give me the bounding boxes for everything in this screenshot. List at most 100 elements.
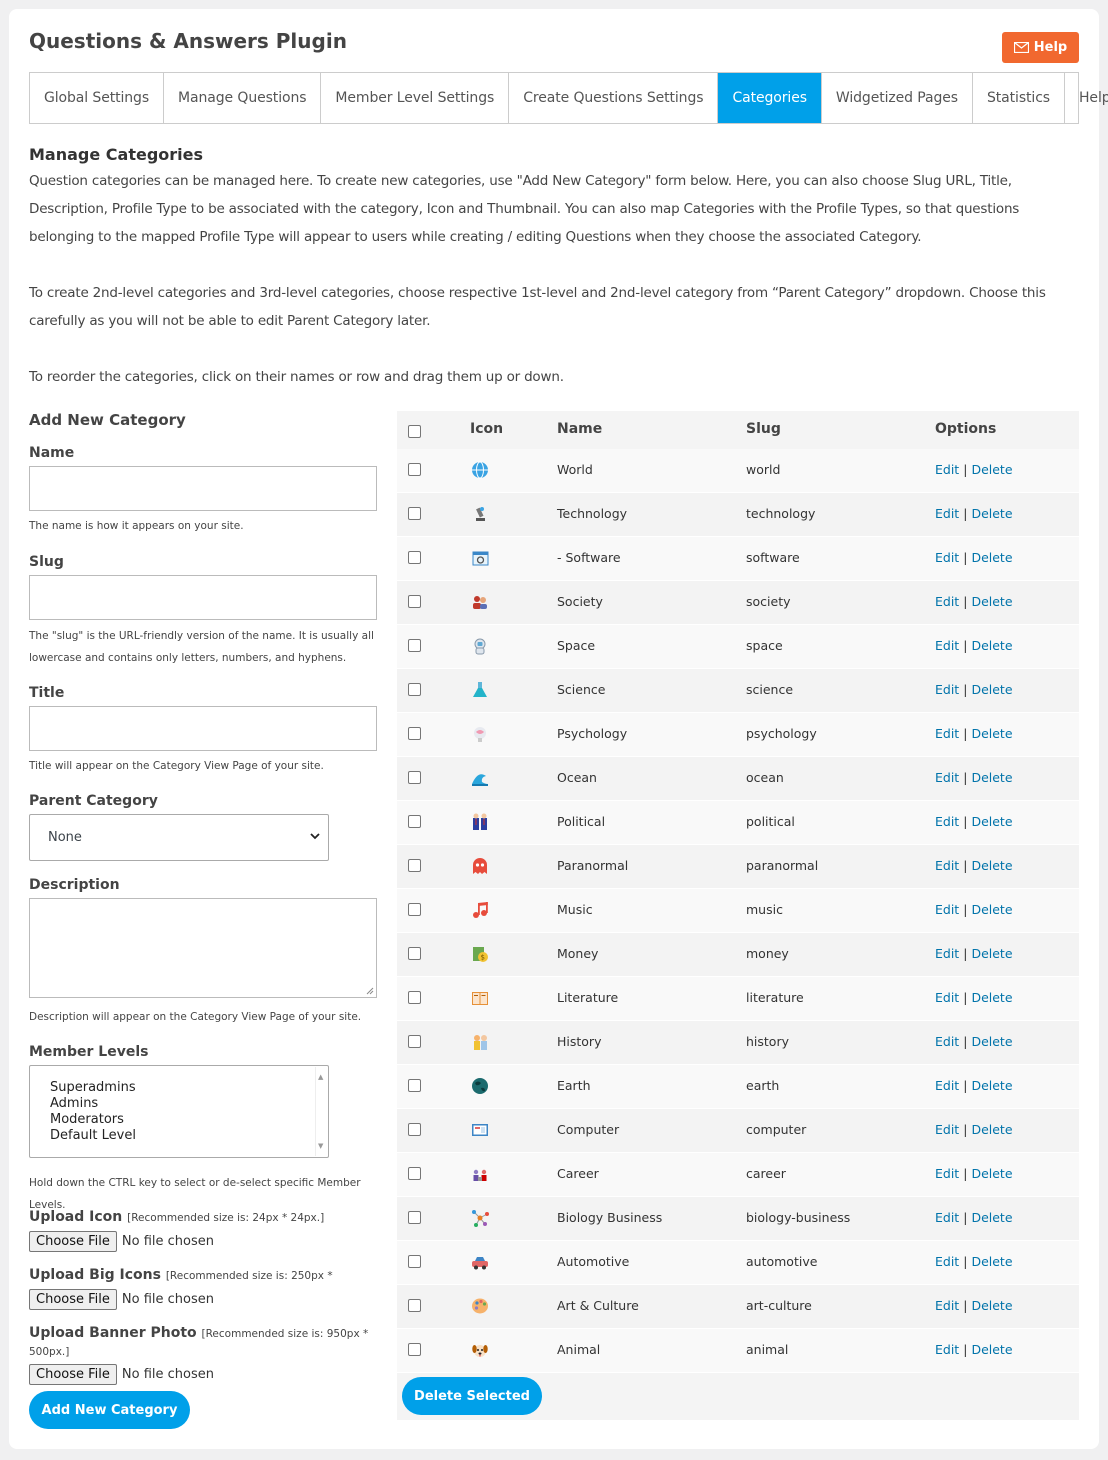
edit-link[interactable]: Edit [935,682,959,697]
table-row[interactable]: Art & Culture art-culture Edit | Delete [397,1285,1079,1329]
delete-selected-button[interactable]: Delete Selected [402,1377,542,1415]
category-name[interactable]: Money [557,946,598,961]
table-row[interactable]: Career career Edit | Delete [397,1153,1079,1197]
edit-link[interactable]: Edit [935,902,959,917]
edit-link[interactable]: Edit [935,550,959,565]
row-checkbox[interactable] [408,463,421,476]
tab-widgetized-pages[interactable]: Widgetized Pages [822,73,973,123]
edit-link[interactable]: Edit [935,1122,959,1137]
delete-link[interactable]: Delete [971,1342,1012,1357]
delete-link[interactable]: Delete [971,946,1012,961]
table-row[interactable]: Computer computer Edit | Delete [397,1109,1079,1153]
help-button[interactable]: Help [1002,32,1079,63]
delete-link[interactable]: Delete [971,1078,1012,1093]
category-name[interactable]: History [557,1034,601,1049]
row-checkbox[interactable] [408,1299,421,1312]
category-name[interactable]: Computer [557,1122,619,1137]
edit-link[interactable]: Edit [935,814,959,829]
row-checkbox[interactable] [408,551,421,564]
category-name[interactable]: Biology Business [557,1210,662,1225]
delete-link[interactable]: Delete [971,814,1012,829]
delete-link[interactable]: Delete [971,902,1012,917]
row-checkbox[interactable] [408,1255,421,1268]
category-name[interactable]: World [557,462,593,477]
table-row[interactable]: Earth earth Edit | Delete [397,1065,1079,1109]
row-checkbox[interactable] [408,1035,421,1048]
category-name[interactable]: Psychology [557,726,627,741]
listbox-scrollbar[interactable]: ▲ ▼ [315,1067,327,1156]
delete-link[interactable]: Delete [971,1254,1012,1269]
member-level-option[interactable]: Superadmins [50,1080,308,1096]
member-level-option[interactable]: Default Level [50,1128,308,1144]
tab-help[interactable]: Help [1065,73,1108,123]
delete-link[interactable]: Delete [971,1122,1012,1137]
delete-link[interactable]: Delete [971,1166,1012,1181]
parent-category-select[interactable]: None [29,814,329,861]
category-name[interactable]: Society [557,594,603,609]
delete-link[interactable]: Delete [971,1034,1012,1049]
edit-link[interactable]: Edit [935,1166,959,1181]
row-checkbox[interactable] [408,903,421,916]
delete-link[interactable]: Delete [971,770,1012,785]
tab-member-level-settings[interactable]: Member Level Settings [321,73,510,123]
table-row[interactable]: $ Money money Edit | Delete [397,933,1079,977]
edit-link[interactable]: Edit [935,946,959,961]
delete-link[interactable]: Delete [971,1210,1012,1225]
resize-handle-icon[interactable] [366,987,374,995]
delete-link[interactable]: Delete [971,550,1012,565]
scroll-up-icon[interactable]: ▲ [318,1069,323,1085]
category-name[interactable]: Technology [557,506,627,521]
description-textarea[interactable] [29,898,377,998]
delete-link[interactable]: Delete [971,462,1012,477]
table-row[interactable]: Automotive automotive Edit | Delete [397,1241,1079,1285]
category-name[interactable]: - Software [557,550,621,565]
edit-link[interactable]: Edit [935,1342,959,1357]
edit-link[interactable]: Edit [935,594,959,609]
tab-manage-questions[interactable]: Manage Questions [164,73,322,123]
row-checkbox[interactable] [408,1343,421,1356]
choose-file-button[interactable]: Choose File [29,1231,117,1252]
choose-file-button[interactable]: Choose File [29,1364,117,1385]
edit-link[interactable]: Edit [935,1034,959,1049]
title-input[interactable] [29,706,377,751]
delete-link[interactable]: Delete [971,858,1012,873]
tab-categories[interactable]: Categories [718,73,822,123]
category-name[interactable]: Space [557,638,595,653]
table-row[interactable]: Paranormal paranormal Edit | Delete [397,845,1079,889]
edit-link[interactable]: Edit [935,506,959,521]
table-row[interactable]: Biology Business biology-business Edit | Del… [397,1197,1079,1241]
table-row[interactable]: History history Edit | Delete [397,1021,1079,1065]
delete-link[interactable]: Delete [971,506,1012,521]
category-name[interactable]: Art & Culture [557,1298,639,1313]
row-checkbox[interactable] [408,639,421,652]
edit-link[interactable]: Edit [935,858,959,873]
table-row[interactable]: Ocean ocean Edit | Delete [397,757,1079,801]
name-input[interactable] [29,466,377,511]
member-level-option[interactable]: Moderators [50,1112,308,1128]
edit-link[interactable]: Edit [935,1078,959,1093]
tab-global-settings[interactable]: Global Settings [30,73,165,123]
edit-link[interactable]: Edit [935,990,959,1005]
edit-link[interactable]: Edit [935,462,959,477]
category-name[interactable]: Paranormal [557,858,628,873]
delete-link[interactable]: Delete [971,990,1012,1005]
edit-link[interactable]: Edit [935,770,959,785]
row-checkbox[interactable] [408,947,421,960]
select-all-checkbox[interactable] [408,425,421,438]
table-row[interactable]: Space space Edit | Delete [397,625,1079,669]
table-row[interactable]: Technology technology Edit | Delete [397,493,1079,537]
delete-link[interactable]: Delete [971,1298,1012,1313]
edit-link[interactable]: Edit [935,726,959,741]
row-checkbox[interactable] [408,1079,421,1092]
category-name[interactable]: Political [557,814,605,829]
row-checkbox[interactable] [408,815,421,828]
category-name[interactable]: Literature [557,990,618,1005]
table-row[interactable]: Psychology psychology Edit | Delete [397,713,1079,757]
row-checkbox[interactable] [408,595,421,608]
edit-link[interactable]: Edit [935,1210,959,1225]
tab-create-questions-settings[interactable]: Create Questions Settings [509,73,719,123]
row-checkbox[interactable] [408,991,421,1004]
table-row[interactable]: Literature literature Edit | Delete [397,977,1079,1021]
row-checkbox[interactable] [408,727,421,740]
edit-link[interactable]: Edit [935,1298,959,1313]
